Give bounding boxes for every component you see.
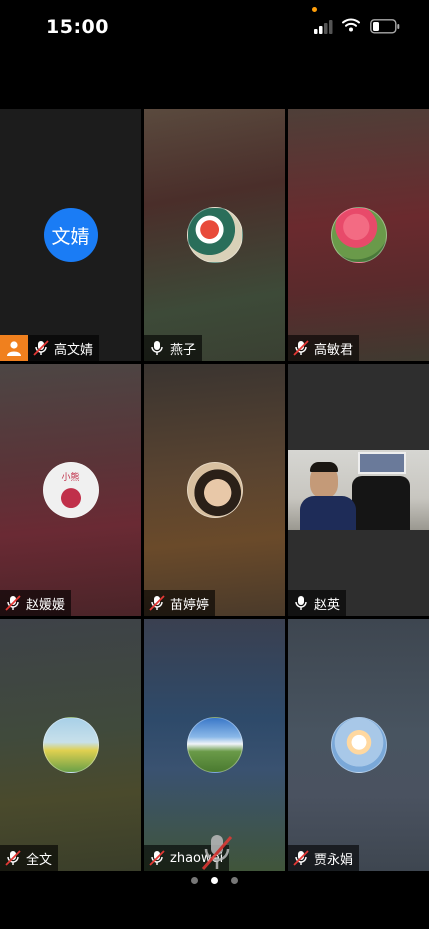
- video-feed: [288, 450, 429, 530]
- participant-name: 高文婧: [54, 342, 94, 358]
- avatar: [186, 717, 243, 773]
- page-dot-active[interactable]: [211, 876, 218, 884]
- mic-muted-icon: [149, 595, 165, 611]
- participant-name: 赵英: [314, 597, 341, 613]
- participant-name: 赵媛媛: [26, 597, 66, 613]
- participant-name: 燕子: [170, 342, 197, 358]
- participant-tile[interactable]: 燕子: [144, 109, 285, 361]
- name-label: 高敏君: [288, 335, 360, 361]
- name-label: 赵媛媛: [0, 590, 72, 616]
- participant-name: 高敏君: [314, 342, 354, 358]
- participant-grid: 文婧 高文婧 燕子 高敏君 小熊 赵媛媛 苗婷婷 赵英 全文 zhaowei 贾…: [0, 109, 429, 873]
- participant-name: 贾永娟: [314, 852, 354, 868]
- window-frame: [358, 452, 406, 474]
- avatar: 小熊: [42, 462, 99, 518]
- cellular-signal-icon: [314, 20, 333, 34]
- host-badge: [0, 335, 28, 361]
- mute-all-overlay-icon[interactable]: [200, 833, 234, 871]
- name-label: 贾永娟: [288, 845, 360, 871]
- avatar: [186, 207, 243, 263]
- person-icon: [7, 341, 21, 356]
- mic-icon: [295, 596, 307, 610]
- participant-tile[interactable]: 全文: [0, 619, 141, 871]
- participant-tile[interactable]: 苗婷婷: [144, 364, 285, 616]
- avatar-caption: 小熊: [61, 473, 80, 483]
- clock: 15:00: [46, 16, 109, 38]
- mic-muted-icon: [5, 595, 21, 611]
- name-label: 赵英: [288, 590, 347, 616]
- name-label: 苗婷婷: [144, 590, 216, 616]
- office-chair: [352, 476, 410, 530]
- avatar: [186, 462, 243, 518]
- person-hair: [310, 462, 338, 472]
- person-body: [300, 496, 356, 530]
- mic-muted-icon: [33, 340, 49, 356]
- mic-muted-icon: [293, 340, 309, 356]
- status-bar: 15:00: [0, 0, 429, 56]
- privacy-indicator: [312, 7, 317, 12]
- mic-muted-icon: [5, 850, 21, 866]
- participant-tile[interactable]: 赵英: [288, 364, 429, 616]
- battery-icon: [370, 19, 400, 34]
- mic-muted-icon: [293, 850, 309, 866]
- participant-tile[interactable]: 贾永娟: [288, 619, 429, 871]
- participant-name: 全文: [26, 852, 53, 868]
- mic-icon: [151, 341, 163, 355]
- participant-tile[interactable]: zhaowei: [144, 619, 285, 871]
- page-dot[interactable]: [191, 876, 198, 884]
- avatar: [330, 207, 387, 263]
- name-label: 燕子: [144, 335, 203, 361]
- page-indicator[interactable]: [0, 873, 429, 887]
- avatar: [330, 717, 387, 773]
- wifi-icon: [342, 18, 360, 32]
- mic-muted-icon: [149, 850, 165, 866]
- avatar: 文婧: [43, 208, 98, 262]
- avatar: [42, 717, 99, 773]
- participant-tile[interactable]: 小熊 赵媛媛: [0, 364, 141, 616]
- name-label: 全文: [0, 845, 59, 871]
- page-dot[interactable]: [231, 876, 238, 884]
- participant-tile[interactable]: 文婧 高文婧: [0, 109, 141, 361]
- participant-tile[interactable]: 高敏君: [288, 109, 429, 361]
- participant-name: 苗婷婷: [170, 597, 210, 613]
- name-label: 高文婧: [28, 335, 100, 361]
- avatar-initials: 文婧: [51, 225, 90, 248]
